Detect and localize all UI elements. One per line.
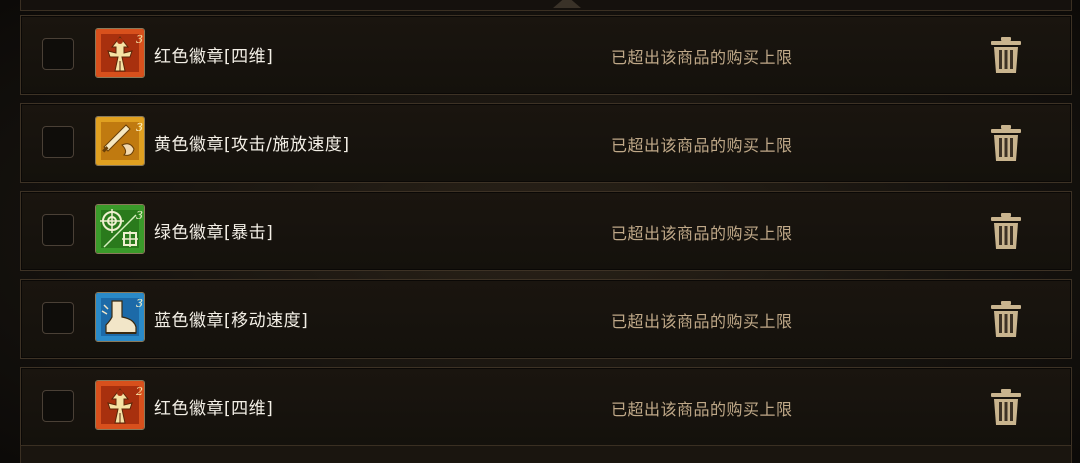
svg-text:3: 3 xyxy=(136,297,143,310)
red-badge-stats-icon: 3 xyxy=(95,28,145,78)
svg-text:2: 2 xyxy=(135,385,143,398)
list-item: 2 红色徽章[四维] 已超出该商品的购买上限 xyxy=(20,367,1072,447)
purchase-limit-status: 已超出该商品的购买上限 xyxy=(611,400,793,419)
item-checkbox[interactable] xyxy=(42,214,74,246)
list-bottom-frame xyxy=(20,445,1072,463)
list-item: 3 绿色徽章[暴击] 已超出该商品的购买上限 xyxy=(20,191,1072,271)
trash-icon[interactable] xyxy=(989,37,1023,73)
trash-icon[interactable] xyxy=(989,389,1023,425)
red-badge-stats-icon: 2 xyxy=(95,380,145,430)
item-checkbox[interactable] xyxy=(42,390,74,422)
trash-icon[interactable] xyxy=(989,125,1023,161)
purchase-limit-status: 已超出该商品的购买上限 xyxy=(611,48,793,67)
collapse-arrow-icon[interactable] xyxy=(553,0,581,8)
trash-icon[interactable] xyxy=(989,301,1023,337)
item-name: 红色徽章[四维] xyxy=(154,47,274,67)
svg-text:3: 3 xyxy=(136,33,143,46)
badge-list: 3 红色徽章[四维] 已超出该商品的购买上限 3 黄色徽章[攻击/施放速度] 已… xyxy=(20,15,1072,455)
item-checkbox[interactable] xyxy=(42,38,74,70)
item-name: 黄色徽章[攻击/施放速度] xyxy=(154,135,350,155)
item-name: 绿色徽章[暴击] xyxy=(154,223,274,243)
list-item: 3 黄色徽章[攻击/施放速度] 已超出该商品的购买上限 xyxy=(20,103,1072,183)
blue-badge-move-icon: 3 xyxy=(95,292,145,342)
purchase-limit-status: 已超出该商品的购买上限 xyxy=(611,312,793,331)
green-badge-crit-icon: 3 xyxy=(95,204,145,254)
trash-icon[interactable] xyxy=(989,213,1023,249)
list-item: 3 蓝色徽章[移动速度] 已超出该商品的购买上限 xyxy=(20,279,1072,359)
item-name: 蓝色徽章[移动速度] xyxy=(154,311,309,331)
list-top-frame xyxy=(20,0,1072,11)
item-name: 红色徽章[四维] xyxy=(154,399,274,419)
purchase-limit-status: 已超出该商品的购买上限 xyxy=(611,136,793,155)
yellow-badge-speed-icon: 3 xyxy=(95,116,145,166)
purchase-limit-status: 已超出该商品的购买上限 xyxy=(611,224,793,243)
svg-text:3: 3 xyxy=(136,121,143,134)
list-item: 3 红色徽章[四维] 已超出该商品的购买上限 xyxy=(20,15,1072,95)
svg-text:3: 3 xyxy=(136,209,143,222)
item-checkbox[interactable] xyxy=(42,126,74,158)
item-checkbox[interactable] xyxy=(42,302,74,334)
